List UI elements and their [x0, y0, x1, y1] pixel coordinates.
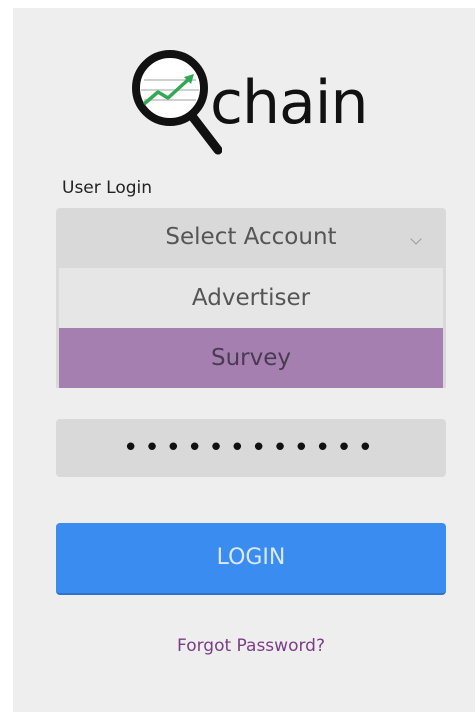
logo-wordmark: chain: [210, 68, 368, 138]
dropdown-option-survey[interactable]: Survey: [59, 328, 443, 388]
user-login-label: User Login: [62, 178, 153, 198]
magnifier-trend-icon: [132, 50, 222, 155]
password-field[interactable]: [56, 419, 446, 477]
account-dropdown-list: Advertiser Survey: [56, 266, 446, 388]
app-logo: chain: [122, 40, 368, 158]
account-select[interactable]: Select Account: [56, 208, 446, 266]
login-button[interactable]: LOGIN: [56, 523, 446, 595]
dropdown-option-advertiser[interactable]: Advertiser: [59, 268, 443, 328]
account-select-value: Select Account: [165, 224, 337, 250]
forgot-password-link[interactable]: Forgot Password?: [56, 634, 446, 658]
